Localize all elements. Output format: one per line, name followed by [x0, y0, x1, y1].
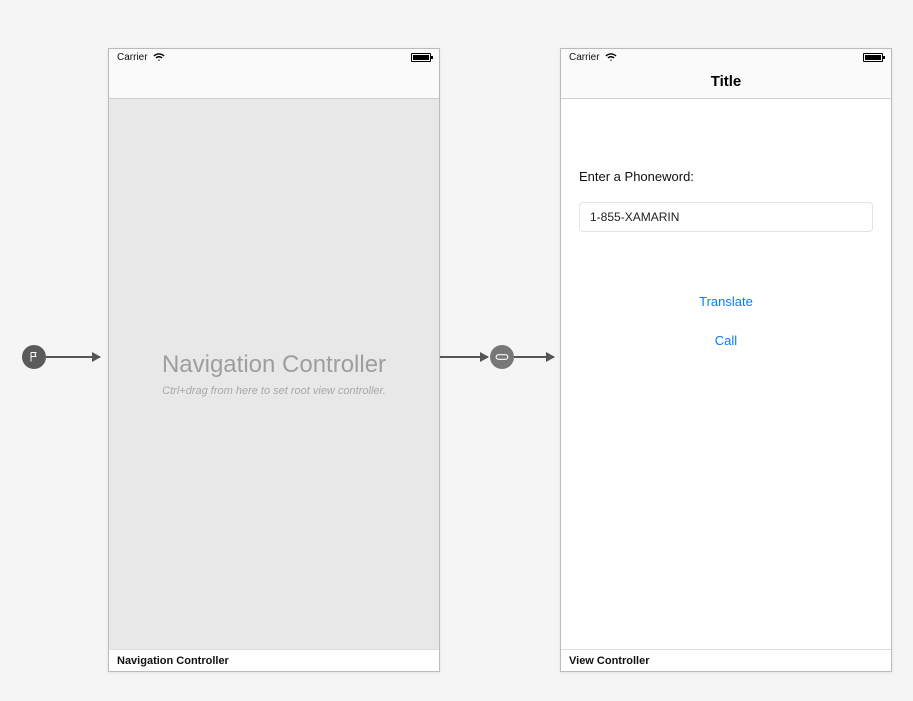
nav-placeholder-hint: Ctrl+drag from here to set root view con… [162, 385, 386, 397]
battery-icon [411, 53, 431, 62]
segue-arrow-in [514, 356, 554, 358]
segue-arrow-entry [46, 356, 100, 358]
nav-title: Title [711, 73, 742, 90]
battery-icon [863, 53, 883, 62]
view-controller-scene[interactable]: Carrier Title Enter a Phoneword: Transla… [560, 48, 892, 672]
scene-label-text: Navigation Controller [117, 655, 229, 667]
carrier-text: Carrier [569, 52, 600, 63]
view-body: Enter a Phoneword: Translate Call [561, 99, 891, 649]
call-button[interactable]: Call [579, 333, 873, 348]
nav-placeholder-title: Navigation Controller [162, 351, 386, 379]
carrier-text: Carrier [117, 52, 148, 63]
nav-controller-placeholder: Navigation Controller Ctrl+drag from her… [109, 99, 439, 649]
scene-label-text: View Controller [569, 655, 649, 667]
status-bar: Carrier [561, 49, 891, 65]
navigation-controller-scene[interactable]: Carrier Navigation Controller Ctrl+drag … [108, 48, 440, 672]
scene-label-view[interactable]: View Controller [561, 649, 891, 671]
nav-bar-empty [109, 65, 439, 99]
entry-segue-dot[interactable] [22, 345, 46, 369]
segue-arrow-out [440, 356, 488, 358]
root-segue-dot[interactable] [490, 345, 514, 369]
scene-label-nav[interactable]: Navigation Controller [109, 649, 439, 671]
phoneword-label: Enter a Phoneword: [579, 169, 873, 184]
wifi-icon [153, 52, 165, 62]
phoneword-textfield[interactable] [579, 202, 873, 232]
nav-bar: Title [561, 65, 891, 99]
wifi-icon [605, 52, 617, 62]
relationship-icon [495, 352, 509, 362]
status-bar: Carrier [109, 49, 439, 65]
flag-icon [28, 351, 40, 363]
translate-button[interactable]: Translate [579, 294, 873, 309]
